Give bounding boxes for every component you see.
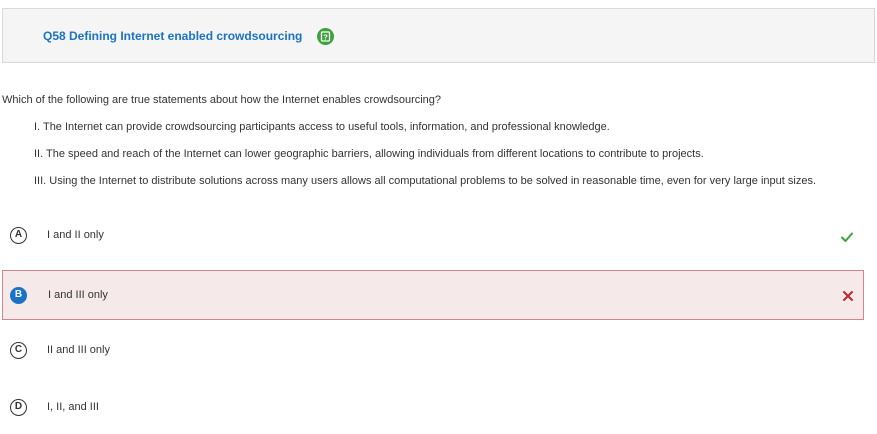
svg-text:?: ?	[323, 33, 328, 42]
choice-text-a: I and II only	[47, 229, 104, 241]
statement-3: III. Using the Internet to distribute so…	[34, 175, 816, 187]
choice-letter-a: A	[10, 227, 27, 244]
statement-1: I. The Internet can provide crowdsourcin…	[34, 121, 610, 133]
choice-letter-b: B	[10, 287, 27, 304]
statement-2: II. The speed and reach of the Internet …	[34, 148, 704, 160]
choice-text-d: I, II, and III	[47, 401, 99, 413]
checkmark-icon	[841, 232, 853, 242]
choice-text-c: II and III only	[47, 344, 110, 356]
question-header: Q58 Defining Internet enabled crowdsourc…	[2, 8, 875, 63]
choice-text-b: I and III only	[48, 289, 108, 301]
choice-b[interactable]: B I and III only	[2, 270, 864, 320]
question-title: Q58 Defining Internet enabled crowdsourc…	[43, 29, 303, 43]
choice-letter-d: D	[10, 399, 27, 416]
choice-a[interactable]: A I and II only	[2, 212, 864, 262]
choice-letter-c: C	[10, 342, 27, 359]
x-icon	[843, 291, 853, 301]
help-icon[interactable]: ?	[317, 28, 334, 45]
question-prompt: Which of the following are true statemen…	[2, 94, 442, 106]
choice-c[interactable]: C II and III only	[2, 327, 864, 377]
choice-d[interactable]: D I, II, and III	[2, 384, 864, 434]
